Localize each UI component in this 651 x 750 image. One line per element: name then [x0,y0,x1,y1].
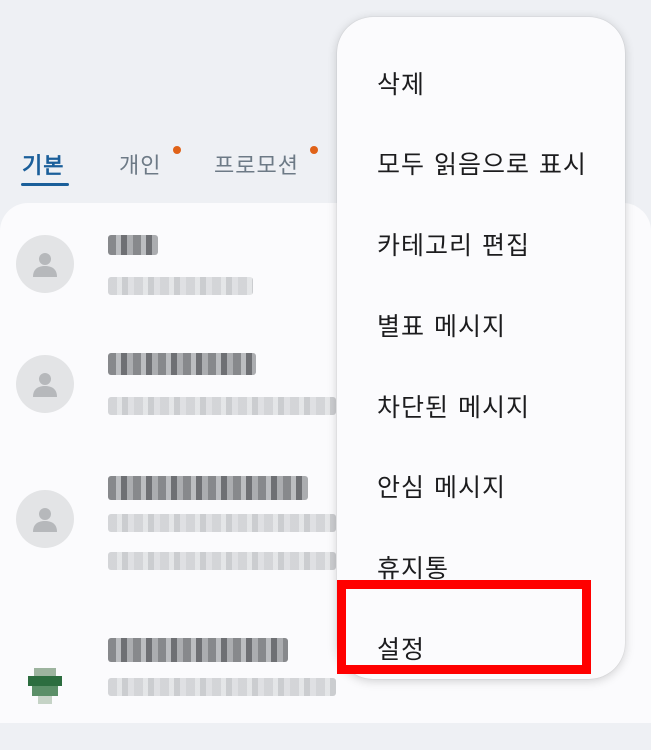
menu-item-trash[interactable]: 휴지통 [337,519,625,599]
menu-item-delete[interactable]: 삭제 [337,35,625,115]
menu-item-blocked-messages[interactable]: 차단된 메시지 [337,358,625,438]
tab-promotions-notification-dot [310,146,318,154]
avatar [16,490,74,548]
person-icon [33,373,57,397]
sender-name-redacted [108,638,288,662]
sender-name-redacted [108,235,158,255]
message-preview-redacted [108,397,336,415]
menu-item-settings[interactable]: 설정 [337,600,625,680]
menu-item-starred-messages[interactable]: 별표 메시지 [337,277,625,357]
menu-item-edit-categories[interactable]: 카테고리 편집 [337,196,625,276]
tab-basic[interactable]: 기본 [22,148,64,180]
message-preview-redacted [108,514,336,532]
message-preview-redacted [108,277,253,295]
tab-promotions[interactable]: 프로모션 [214,148,299,180]
message-preview-redacted [108,552,336,570]
person-icon [33,253,57,277]
sender-name-redacted [108,476,308,500]
message-preview-redacted [108,678,336,696]
tab-personal-notification-dot [173,146,181,154]
menu-item-safe-messages[interactable]: 안심 메시지 [337,438,625,518]
person-icon [33,508,57,532]
tab-personal[interactable]: 개인 [119,148,161,180]
sender-name-redacted [108,353,256,375]
avatar [16,355,74,413]
overflow-menu: 삭제 모두 읽음으로 표시 카테고리 편집 별표 메시지 차단된 메시지 안심 … [337,17,625,679]
profile-image [16,650,74,708]
avatar [16,235,74,293]
menu-item-mark-all-read[interactable]: 모두 읽음으로 표시 [337,115,625,195]
active-tab-indicator [21,183,69,186]
